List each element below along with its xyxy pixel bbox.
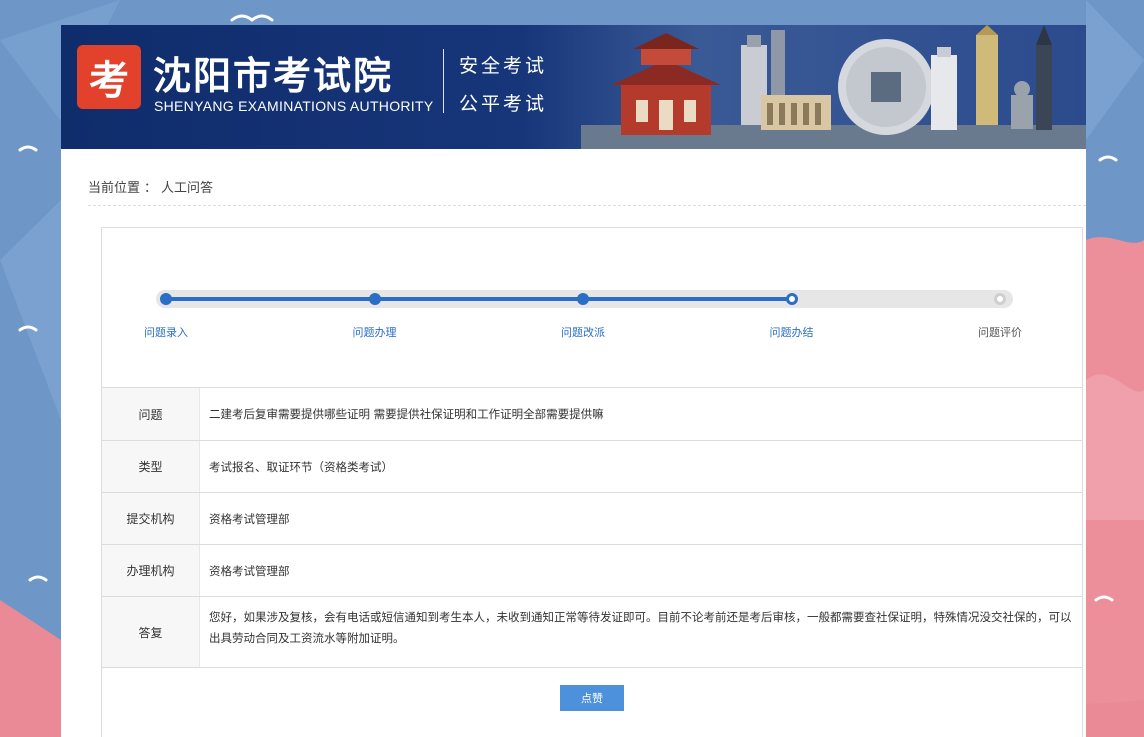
detail-label: 类型 bbox=[102, 441, 200, 492]
detail-label: 提交机构 bbox=[102, 493, 200, 544]
detail-row-submitting-agency: 提交机构 资格考试管理部 bbox=[102, 493, 1082, 545]
detail-label: 问题 bbox=[102, 388, 200, 440]
detail-value: 您好，如果涉及复核，会有电话或短信通知到考生本人，未收到通知正常等待发证即可。目… bbox=[209, 610, 1072, 645]
progress-step-label: 问题改派 bbox=[561, 326, 605, 339]
progress-track-fill bbox=[166, 297, 792, 301]
page-container: 考 沈阳市考试院 SHENYANG EXAMINATIONS AUTHORITY… bbox=[61, 25, 1086, 737]
detail-label: 办理机构 bbox=[102, 545, 200, 596]
site-banner: 考 沈阳市考试院 SHENYANG EXAMINATIONS AUTHORITY… bbox=[61, 25, 1086, 149]
landmark-buildings-image bbox=[581, 25, 1086, 149]
progress-step-dot bbox=[994, 293, 1006, 305]
detail-value: 资格考试管理部 bbox=[209, 511, 290, 526]
progress-step-label: 问题评价 bbox=[978, 326, 1022, 339]
breadcrumb-current[interactable]: 人工问答 bbox=[161, 181, 213, 196]
detail-row-type: 类型 考试报名、取证环节（资格类考试） bbox=[102, 441, 1082, 493]
detail-row-handling-agency: 办理机构 资格考试管理部 bbox=[102, 545, 1082, 597]
site-logo[interactable]: 考 bbox=[77, 45, 141, 109]
site-name-cn: 沈阳市考试院 bbox=[153, 54, 394, 98]
detail-value: 资格考试管理部 bbox=[209, 563, 290, 578]
detail-value: 二建考后复审需要提供哪些证明 需要提供社保证明和工作证明全部需要提供嘛 bbox=[209, 407, 604, 421]
slogan-line-2: 公平考试 bbox=[459, 93, 548, 115]
question-detail-panel: 问题录入 问题办理 问题改派 问题办结 问题评价 问题 二建考后复审需要提供哪些证明 需… bbox=[101, 227, 1083, 737]
breadcrumb-separator: ： bbox=[144, 181, 158, 196]
progress-step-dot bbox=[577, 293, 589, 305]
progress-step-dot bbox=[785, 293, 798, 305]
progress-step-label: 问题办理 bbox=[352, 326, 397, 339]
breadcrumb-divider bbox=[88, 205, 1086, 206]
detail-value: 考试报名、取证环节（资格类考试） bbox=[209, 459, 393, 474]
site-name-en: SHENYANG EXAMINATIONS AUTHORITY bbox=[154, 98, 434, 114]
progress-stepper: 问题录入 问题办理 问题改派 问题办结 问题评价 bbox=[102, 228, 1082, 388]
progress-step-dot bbox=[368, 293, 381, 305]
slogan-line-1: 安全考试 bbox=[459, 55, 548, 77]
progress-step-label: 问题办结 bbox=[769, 326, 814, 339]
detail-row-reply: 答复 您好，如果涉及复核，会有电话或短信通知到考生本人，未收到通知正常等待发证即… bbox=[102, 597, 1082, 668]
logo-glyph: 考 bbox=[89, 57, 129, 104]
breadcrumb-prefix: 当前位置 bbox=[88, 181, 141, 196]
detail-label: 答复 bbox=[102, 597, 200, 667]
progress-step-label: 问题录入 bbox=[144, 326, 188, 339]
progress-step-dot bbox=[160, 293, 172, 305]
breadcrumb: 当前位置：人工问答 bbox=[88, 177, 213, 196]
like-button[interactable]: 点赞 bbox=[560, 685, 624, 711]
banner-divider bbox=[443, 49, 444, 113]
detail-row-question: 问题 二建考后复审需要提供哪些证明 需要提供社保证明和工作证明全部需要提供嘛 bbox=[102, 388, 1082, 441]
